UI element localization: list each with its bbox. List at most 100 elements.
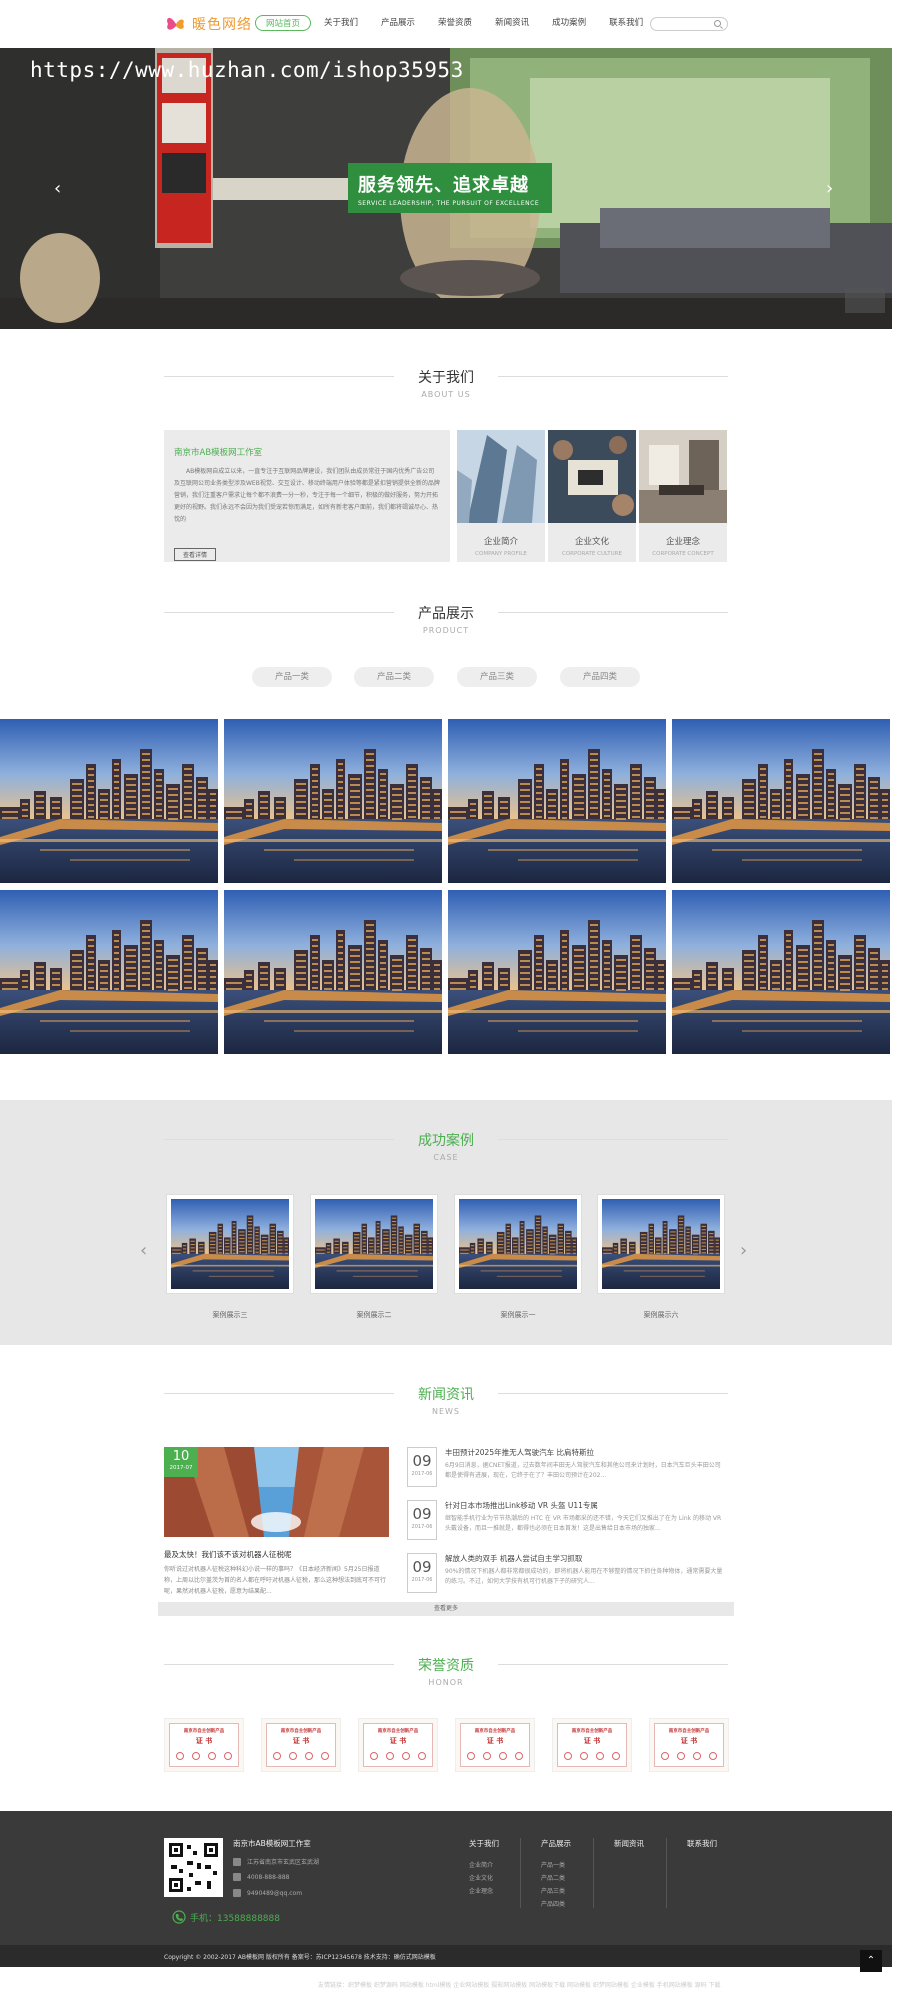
case-label[interactable]: 案例展示二: [310, 1310, 438, 1320]
news-featured-title[interactable]: 最及太快！我们该不该对机器人征税呢: [164, 1549, 292, 1560]
footer-link[interactable]: 产品四类: [541, 1898, 571, 1911]
search-input[interactable]: [650, 17, 728, 31]
logo-text: 暖色网络: [192, 17, 252, 33]
friend-links[interactable]: 友情链接：织梦模板 织梦源码 网站模板 html模板 企业网站模板 摄影网站模板…: [318, 1980, 721, 1989]
product-tab-1[interactable]: 产品一类: [252, 667, 332, 687]
hero-banner: https://www.huzhan.com/ishop35953 服务领先、追…: [0, 48, 892, 329]
certificate-image[interactable]: 南京市自主创新产品证 书: [358, 1718, 438, 1772]
news-day: 09: [412, 1505, 432, 1523]
news-more-button[interactable]: 查看更多: [158, 1602, 734, 1616]
case-card[interactable]: [597, 1194, 725, 1294]
nav-item-honor[interactable]: 荣誉资质: [428, 15, 482, 31]
case-card[interactable]: [454, 1194, 582, 1294]
news-item[interactable]: 09 2017-06 针对日本市场推出Link移动 VR 头盔 U11专属 继智能…: [407, 1500, 727, 1548]
banner-prev-icon[interactable]: ‹: [54, 178, 61, 199]
case-label[interactable]: 案例展示三: [166, 1310, 294, 1320]
back-to-top-icon[interactable]: ⌃: [860, 1950, 882, 1972]
case-next-icon[interactable]: ›: [740, 1240, 747, 1261]
case-card[interactable]: [166, 1194, 294, 1294]
case-label[interactable]: 案例展示一: [454, 1310, 582, 1320]
page: 暖色网络 网站首页 关于我们 产品展示 荣誉资质 新闻资讯 成功案例 联系我们: [0, 0, 900, 1996]
product-tab-4[interactable]: 产品四类: [560, 667, 640, 687]
news-item-desc: 90%的情况下机器人都非常都很成功的，即将机器人能用在不够整的情况下抓住各种物体…: [445, 1568, 723, 1585]
certificate-seal-text: 证 书: [583, 1737, 601, 1745]
news-item-title[interactable]: 解放人类的双手 机器人尝试自主学习抓取: [445, 1553, 582, 1564]
news-title: 新闻资讯: [418, 1387, 474, 1403]
footer-link[interactable]: 企业理念: [469, 1885, 499, 1898]
footer-link[interactable]: 产品一类: [541, 1859, 571, 1872]
footer-email-text: 9490489@qq.com: [247, 1889, 303, 1897]
certificate-image[interactable]: 南京市自主创新产品证 书: [261, 1718, 341, 1772]
certificate-seal-text: 南京市自主创新产品: [668, 1729, 710, 1734]
about-card-concept[interactable]: 企业理念 CORPORATE CONCEPT: [639, 430, 727, 562]
footer-col-head[interactable]: 联系我们: [687, 1838, 717, 1849]
footer-link[interactable]: 产品二类: [541, 1872, 571, 1885]
about-card-label-en: COMPANY PROFILE: [475, 551, 527, 557]
certificate-image[interactable]: 南京市自主创新产品证 书: [164, 1718, 244, 1772]
about-card-profile[interactable]: 企业简介 COMPANY PROFILE: [457, 430, 545, 562]
footer: [0, 1811, 892, 1945]
footer-col-news: 新闻资讯: [614, 1838, 644, 1859]
product-image[interactable]: [0, 890, 218, 1054]
product-image[interactable]: [0, 719, 218, 883]
nav-item-contact[interactable]: 联系我们: [599, 15, 653, 31]
copyright-text: Copyright © 2002-2017 AB模板网 版权所有 备案号：苏IC…: [164, 1954, 436, 1961]
mail-icon: [233, 1889, 241, 1897]
footer-col-head[interactable]: 新闻资讯: [614, 1838, 644, 1849]
footer-link[interactable]: 企业简介: [469, 1859, 499, 1872]
news-item[interactable]: 09 2017-06 解放人类的双手 机器人尝试自主学习抓取 90%的情况下机器人…: [407, 1553, 727, 1601]
product-image[interactable]: [672, 890, 890, 1054]
logo[interactable]: 暖色网络: [164, 12, 252, 36]
meeting-photo: [548, 430, 636, 523]
news-item-title[interactable]: 丰田预计2025年推无人驾驶汽车 比肩特斯拉: [445, 1447, 594, 1458]
certificate-image[interactable]: 南京市自主创新产品证 书: [649, 1718, 729, 1772]
news-day: 09: [412, 1452, 432, 1470]
qr-code-icon: [164, 1838, 223, 1897]
news-featured-date: 10 2017-07: [164, 1447, 198, 1477]
footer-email: 9490489@qq.com: [233, 1889, 302, 1897]
product-title: 产品展示: [418, 606, 474, 622]
footer-col-head[interactable]: 关于我们: [469, 1838, 499, 1849]
product-image[interactable]: [448, 719, 666, 883]
search-icon[interactable]: [714, 20, 721, 27]
about-text: AB模板网自成立以来，一直专注于互联网品牌建设，我们团队由成员常驻于国内优秀广告…: [174, 468, 440, 523]
product-tab-2[interactable]: 产品二类: [354, 667, 434, 687]
news-item[interactable]: 09 2017-06 丰田预计2025年推无人驾驶汽车 比肩特斯拉 6月9日消息，…: [407, 1447, 727, 1495]
about-company: 南京市AB模板网工作室: [174, 448, 263, 458]
case-prev-icon[interactable]: ‹: [140, 1240, 147, 1261]
nav-item-home[interactable]: 网站首页: [255, 15, 312, 31]
certificate-image[interactable]: 南京市自主创新产品证 书: [455, 1718, 535, 1772]
nav-item-cases[interactable]: 成功案例: [542, 15, 596, 31]
product-image[interactable]: [224, 719, 442, 883]
news-item-title[interactable]: 针对日本市场推出Link移动 VR 头盔 U11专属: [445, 1500, 598, 1511]
about-card-label: 企业简介: [483, 537, 518, 547]
news-day: 09: [412, 1558, 432, 1576]
banner-slogan: 服务领先、追求卓越 SERVICE LEADERSHIP, THE PURSUI…: [348, 163, 552, 213]
about-card-culture[interactable]: 企业文化 CORPORATE CULTURE: [548, 430, 636, 562]
about-card-label: 企业文化: [574, 537, 609, 547]
footer-col-products: 产品展示 产品一类 产品二类 产品三类 产品四类: [541, 1838, 571, 1911]
case-title: 成功案例: [418, 1133, 474, 1149]
certificate-image[interactable]: 南京市自主创新产品证 书: [552, 1718, 632, 1772]
product-image[interactable]: [448, 890, 666, 1054]
nav-item-products[interactable]: 产品展示: [371, 15, 425, 31]
product-section-title: 产品展示 PRODUCT: [164, 603, 728, 635]
about-section-title: 关于我们 ABOUT US: [164, 367, 728, 399]
product-image[interactable]: [672, 719, 890, 883]
about-more-button[interactable]: 查看详情: [174, 548, 217, 561]
about-title: 关于我们: [418, 370, 474, 386]
banner-next-icon[interactable]: ›: [826, 178, 833, 199]
case-card[interactable]: [310, 1194, 438, 1294]
footer-link[interactable]: 企业文化: [469, 1872, 499, 1885]
about-card-label-en: CORPORATE CONCEPT: [652, 551, 714, 557]
building-photo: [457, 430, 545, 523]
nav-item-news[interactable]: 新闻资讯: [485, 15, 539, 31]
news-featured-desc: 你听说过对机器人征税这种科幻小说一样的事吗？《日本经济新闻》5月25日报道称，上…: [164, 1566, 387, 1595]
footer-col-head[interactable]: 产品展示: [541, 1838, 571, 1849]
footer-address: 江苏省南京市玄武区玄武湖: [233, 1857, 319, 1866]
case-label[interactable]: 案例展示六: [597, 1310, 725, 1320]
product-tab-3[interactable]: 产品三类: [457, 667, 537, 687]
product-image[interactable]: [224, 890, 442, 1054]
nav-item-about[interactable]: 关于我们: [314, 15, 368, 31]
footer-link[interactable]: 产品三类: [541, 1885, 571, 1898]
